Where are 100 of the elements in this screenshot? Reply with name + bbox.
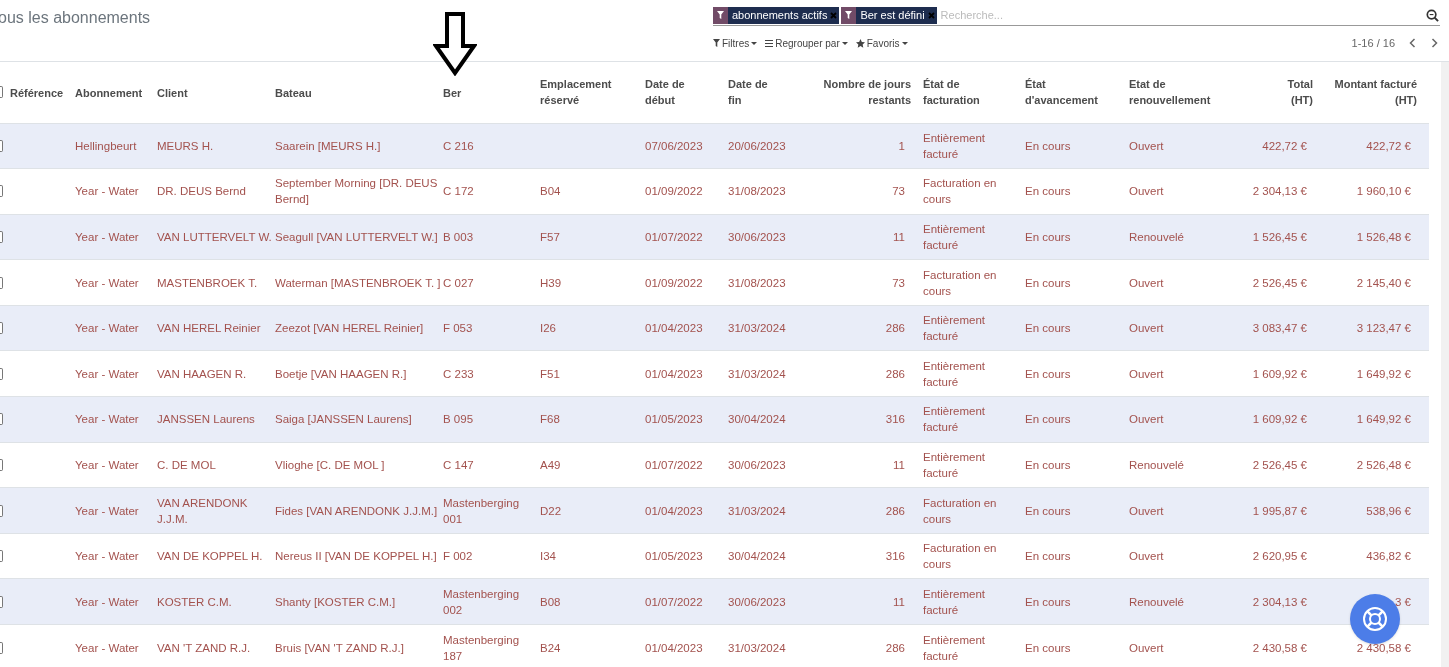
table-cell: Mastenberging 002 [443, 587, 520, 616]
filters-dropdown[interactable]: Filtres [713, 35, 758, 51]
table-cell: I34 [540, 550, 556, 563]
table-cell: 286 [885, 367, 905, 380]
table-cell: 2 304,13 € [1252, 185, 1307, 198]
row-checkbox[interactable] [0, 185, 3, 198]
table-cell: Boetje [VAN HAAGEN R.] [275, 367, 407, 380]
table-cell: Ouvert [1129, 550, 1164, 563]
table-cell: 30/06/2023 [728, 231, 786, 243]
column-header[interactable]: État d'avancement [1025, 76, 1105, 109]
table-cell: En cours [1025, 139, 1071, 152]
table-cell: 1 526,45 € [1252, 231, 1307, 243]
table-cell: Renouvelé [1129, 231, 1184, 243]
table-cell: En cours [1025, 185, 1071, 198]
table-cell: C 216 [443, 139, 474, 152]
table-cell: I26 [540, 322, 556, 335]
previous-icon[interactable] [1409, 38, 1416, 49]
search-field[interactable]: abonnements actifs Ber est défini Recherche... [713, 5, 1440, 26]
table-cell: VAN HEREL Reinier [157, 322, 261, 335]
table-cell: En cours [1025, 413, 1071, 426]
table-cell: Bruis [VAN 'T ZAND R.J.] [275, 641, 404, 654]
table-cell: Mastenberging 187 [443, 633, 520, 662]
list-icon [765, 39, 774, 47]
table-cell: Ouvert [1129, 139, 1164, 152]
column-header[interactable]: Référence [10, 84, 64, 101]
select-all-checkbox[interactable] [0, 86, 3, 99]
row-checkbox[interactable] [0, 413, 3, 426]
row-checkbox[interactable] [0, 322, 3, 335]
column-header[interactable]: Etat de renouvellement [1129, 76, 1229, 109]
column-header[interactable]: Date de début [645, 76, 695, 109]
table-cell: 2 304,13 € [1252, 595, 1307, 608]
table-cell: 286 [885, 504, 905, 517]
table-cell: F 002 [443, 550, 473, 563]
column-header[interactable]: Nombre de jours restants [821, 76, 911, 109]
table-cell: Ouvert [1129, 322, 1164, 335]
table-cell: VAN ARENDONK J.J.M. [157, 496, 248, 525]
table-cell: H39 [540, 276, 562, 289]
column-header[interactable]: Date de fin [728, 76, 778, 109]
table-cell: 01/07/2022 [645, 458, 703, 471]
table-cell: Year - Water [75, 231, 139, 243]
table-cell: Entièrement facturé [923, 131, 985, 160]
table-cell: 11 [893, 595, 905, 608]
table-cell: En cours [1025, 276, 1071, 289]
table-cell: Year - Water [75, 458, 139, 471]
search-icon[interactable] [1426, 8, 1439, 22]
table-cell: 31/03/2024 [728, 322, 786, 335]
annotation-arrow [433, 12, 477, 76]
table-cell: C 027 [443, 276, 474, 289]
row-checkbox[interactable] [0, 276, 3, 289]
table-cell: F57 [540, 231, 560, 243]
table-cell: 30/04/2024 [728, 413, 786, 426]
table-cell: 286 [885, 641, 905, 654]
column-header[interactable]: Total (HT) [1273, 76, 1313, 109]
column-header[interactable]: Abonnement [75, 84, 143, 101]
group-by-dropdown[interactable]: Regrouper par [765, 35, 848, 51]
table-cell: B04 [540, 185, 561, 198]
column-header[interactable]: État de facturation [923, 76, 993, 109]
column-header[interactable]: Emplacement réservé [540, 76, 620, 109]
table-cell: 286 [885, 322, 905, 335]
table-cell: Year - Water [75, 185, 139, 198]
table-cell: Facturation en cours [923, 268, 997, 297]
row-checkbox[interactable] [0, 458, 3, 471]
table-cell: Mastenberging 001 [443, 496, 520, 525]
table-cell: Facturation en cours [923, 542, 997, 571]
table-cell: Fides [VAN ARENDONK J.J.M.] [275, 504, 438, 517]
table-cell: Entièrement facturé [923, 405, 985, 434]
table-cell: 1 609,92 € [1252, 367, 1307, 380]
table-cell: Renouvelé [1129, 458, 1184, 471]
table-cell: 01/09/2022 [645, 185, 703, 198]
row-checkbox[interactable] [0, 367, 3, 380]
table-cell: Entièrement facturé [923, 223, 985, 251]
table-cell: D22 [540, 504, 562, 517]
row-checkbox[interactable] [0, 550, 3, 563]
table-cell: 01/04/2023 [645, 322, 703, 335]
favorites-dropdown[interactable]: Favoris [855, 35, 908, 51]
next-icon[interactable] [1431, 38, 1438, 49]
table-cell: En cours [1025, 367, 1071, 380]
table-cell: C 172 [443, 185, 474, 198]
table-cell: VAN DE KOPPEL H. [157, 550, 263, 563]
table-cell: 1 526,48 € [1356, 231, 1411, 243]
table-cell: Saiga [JANSSEN Laurens] [275, 413, 412, 426]
column-header[interactable]: Bateau [275, 84, 312, 101]
column-header[interactable]: Montant facturé (HT) [1325, 76, 1417, 109]
scrollbar[interactable] [1441, 62, 1449, 667]
table-cell: Entièrement facturé [923, 450, 985, 479]
filter-icon [717, 11, 724, 19]
row-checkbox[interactable] [0, 595, 3, 608]
table-cell: Waterman [MASTENBROEK T. ] [275, 276, 441, 289]
table-cell: Renouvelé [1129, 595, 1184, 608]
row-checkbox[interactable] [0, 231, 3, 243]
table-cell: F51 [540, 367, 560, 380]
column-header[interactable]: Client [157, 84, 188, 101]
column-header[interactable]: Ber [443, 84, 462, 101]
table-cell: 11 [893, 458, 905, 471]
pager-value: 1-16 / 16 [1351, 36, 1395, 51]
row-checkbox[interactable] [0, 641, 3, 654]
row-checkbox[interactable] [0, 504, 3, 517]
table-cell: 2 145,40 € [1356, 276, 1411, 289]
table-cell: VAN LUTTERVELT W. [157, 231, 272, 243]
row-checkbox[interactable] [0, 139, 3, 152]
